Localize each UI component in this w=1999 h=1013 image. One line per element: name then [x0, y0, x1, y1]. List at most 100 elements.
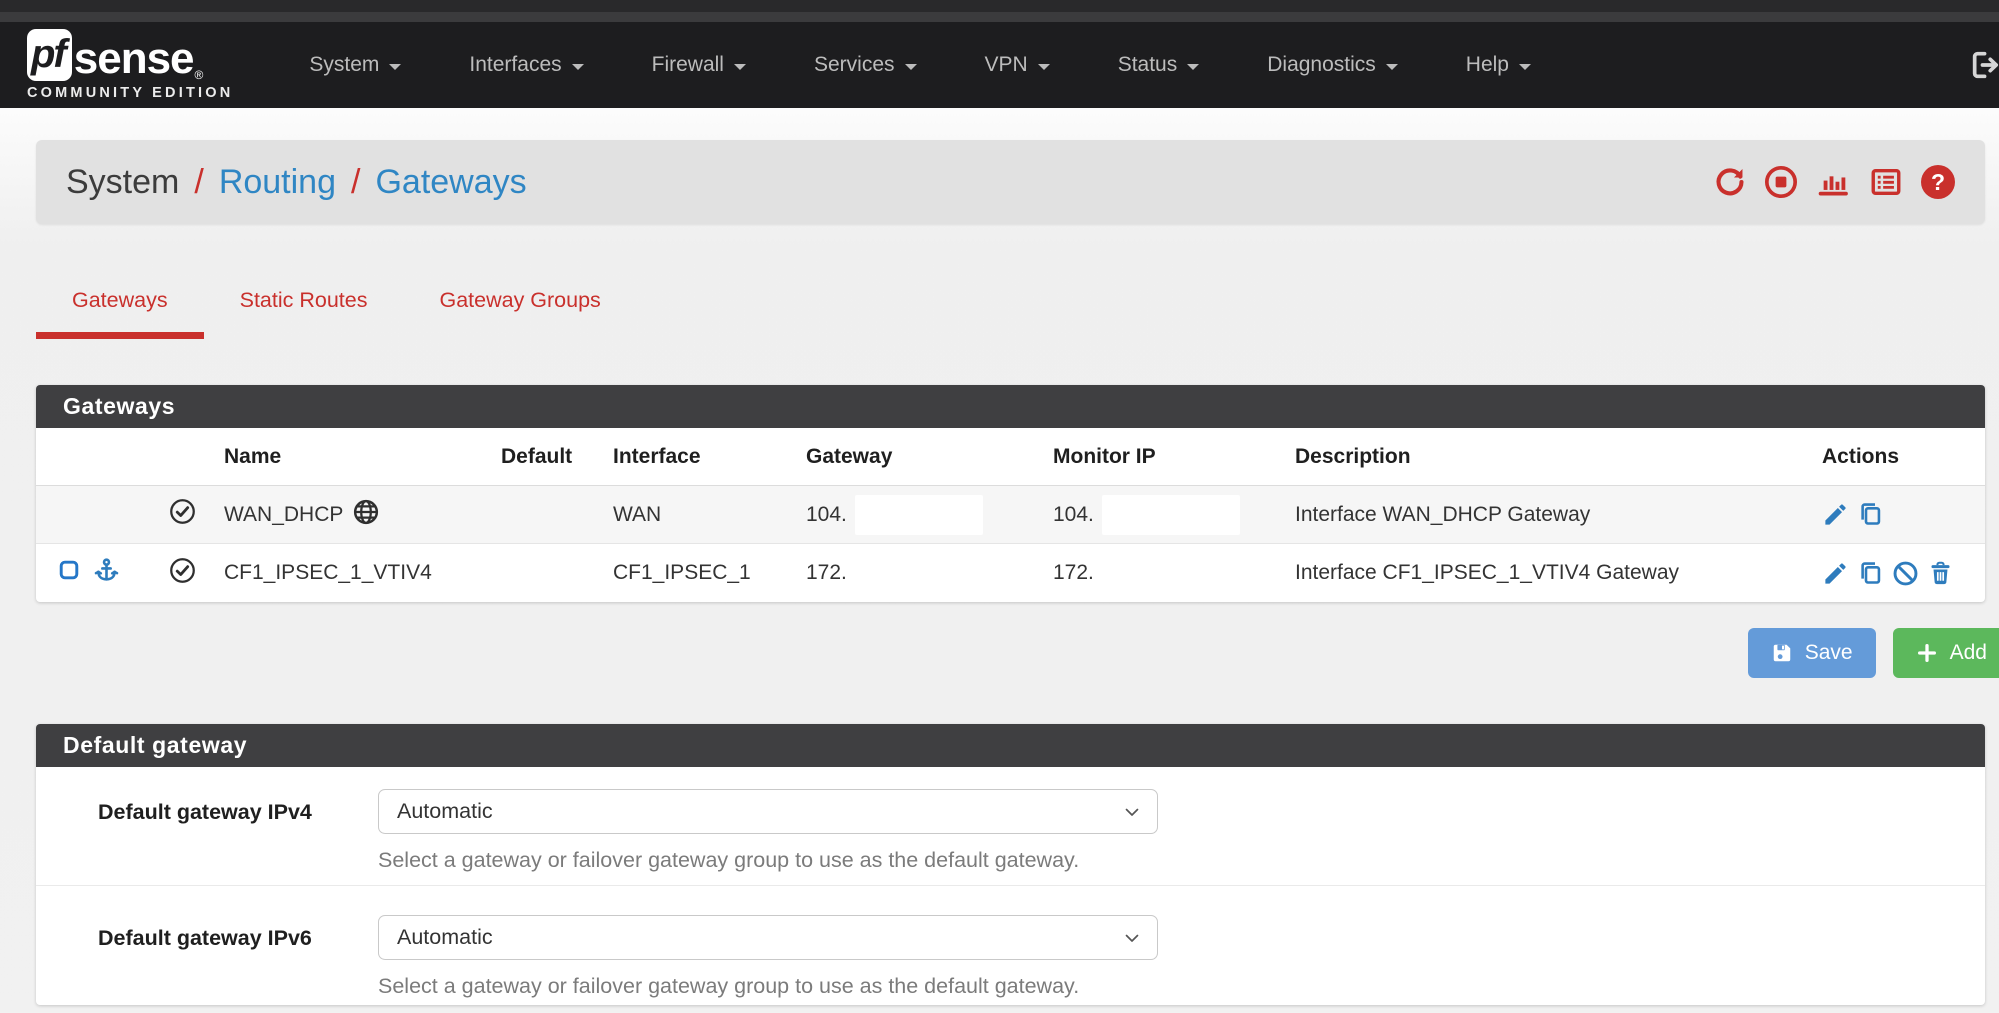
breadcrumb-link-routing[interactable]: Routing — [219, 163, 336, 202]
log-icon[interactable] — [1868, 165, 1904, 199]
redaction-box — [855, 495, 983, 535]
window-top-strip — [0, 0, 1999, 12]
interface-cell: CF1_IPSEC_1 — [604, 561, 800, 585]
ipv6-help-text: Select a gateway or failover gateway gro… — [378, 974, 1079, 999]
caret-down-icon — [1386, 64, 1398, 70]
add-button[interactable]: Add — [1893, 628, 1999, 678]
menu-vpn[interactable]: VPN — [951, 41, 1084, 89]
monitor-ip: 104. — [1053, 503, 1094, 527]
pf-badge: pf — [27, 29, 72, 81]
anchor-icon — [93, 557, 120, 590]
menu-firewall[interactable]: Firewall — [618, 41, 780, 89]
caret-down-icon — [734, 64, 746, 70]
menu-label: Interfaces — [469, 53, 561, 77]
gateways-panel: Gateways Name Default Interface Gateway … — [36, 385, 1985, 602]
col-description: Description — [1288, 445, 1808, 469]
add-label: Add — [1950, 641, 1987, 665]
gateway-name: WAN_DHCP — [224, 503, 343, 527]
ipv6-label: Default gateway IPv6 — [98, 926, 312, 951]
tab-static-routes[interactable]: Static Routes — [204, 272, 404, 339]
menu-help[interactable]: Help — [1432, 41, 1565, 89]
description-cell: Interface WAN_DHCP Gateway — [1288, 503, 1808, 527]
gateways-table-header: Name Default Interface Gateway Monitor I… — [36, 428, 1985, 486]
logo-subtitle: COMMUNITY EDITION — [27, 85, 233, 101]
menu-label: Diagnostics — [1267, 53, 1376, 77]
save-label: Save — [1805, 641, 1853, 665]
bar-chart-icon[interactable] — [1815, 165, 1851, 199]
globe-icon — [353, 499, 379, 531]
ban-icon[interactable] — [1892, 560, 1919, 587]
table-row-wan-dhcp: WAN_DHCP WAN 104. 104. Interface WAN_DHC… — [36, 486, 1985, 544]
col-gateway: Gateway — [800, 445, 1046, 469]
breadcrumb-separator: / — [351, 163, 360, 202]
table-buttons: Save Add — [1748, 628, 1999, 678]
sign-out-icon[interactable] — [1969, 48, 1999, 82]
caret-down-icon — [389, 64, 401, 70]
caret-down-icon — [1519, 64, 1531, 70]
col-actions: Actions — [1808, 445, 1985, 469]
caret-down-icon — [1187, 64, 1199, 70]
default-gateway-ipv6-row: Default gateway IPv6 Automatic Select a … — [36, 887, 1985, 1005]
pfsense-logo[interactable]: pf sense ® COMMUNITY EDITION — [27, 29, 233, 101]
registered-mark: ® — [195, 69, 204, 81]
redaction-box — [1102, 495, 1240, 535]
caret-down-icon — [1038, 64, 1050, 70]
stop-circle-icon[interactable] — [1764, 165, 1798, 199]
gateway-ip: 172. — [806, 561, 847, 585]
breadcrumb-link-gateways[interactable]: Gateways — [375, 163, 526, 202]
menu-label: Services — [814, 53, 895, 77]
ipv4-label: Default gateway IPv4 — [98, 800, 312, 825]
copy-icon[interactable] — [1857, 560, 1884, 587]
tab-gateways[interactable]: Gateways — [36, 272, 204, 339]
default-gateway-title: Default gateway — [36, 724, 1985, 767]
edit-icon[interactable] — [1822, 560, 1849, 587]
interface-cell: WAN — [604, 503, 800, 527]
col-monitor-ip: Monitor IP — [1046, 445, 1288, 469]
page-action-icons: ? — [1713, 165, 1955, 199]
description-cell: Interface CF1_IPSEC_1_VTIV4 Gateway — [1288, 561, 1808, 585]
checkbox-icon[interactable] — [58, 559, 80, 587]
copy-icon[interactable] — [1857, 501, 1884, 528]
menu-label: Firewall — [652, 53, 724, 77]
save-icon — [1771, 642, 1793, 664]
trash-icon[interactable] — [1927, 560, 1954, 587]
table-row-cf1-ipsec: CF1_IPSEC_1_VTIV4 CF1_IPSEC_1 172. 172. … — [36, 544, 1985, 602]
monitor-ip: 172. — [1053, 561, 1094, 585]
breadcrumb-separator: / — [194, 163, 203, 202]
menu-label: Status — [1118, 53, 1178, 77]
check-circle-icon — [169, 498, 196, 531]
gateways-panel-title: Gateways — [36, 385, 1985, 428]
plus-icon — [1916, 642, 1938, 664]
menu-interfaces[interactable]: Interfaces — [435, 41, 617, 89]
help-icon[interactable]: ? — [1921, 165, 1955, 199]
menu-diagnostics[interactable]: Diagnostics — [1233, 41, 1432, 89]
window-sub-strip — [0, 12, 1999, 22]
routing-tabs: Gateways Static Routes Gateway Groups — [36, 272, 637, 339]
refresh-icon[interactable] — [1713, 165, 1747, 199]
gateway-ip: 104. — [806, 503, 847, 527]
tab-gateway-groups[interactable]: Gateway Groups — [403, 272, 636, 339]
ipv4-gateway-select[interactable]: Automatic — [378, 789, 1158, 834]
default-gateway-panel: Default gateway Default gateway IPv4 Aut… — [36, 724, 1985, 1005]
caret-down-icon — [905, 64, 917, 70]
selected-value: Automatic — [397, 799, 493, 824]
chevron-down-icon — [1120, 926, 1144, 950]
selected-value: Automatic — [397, 925, 493, 950]
breadcrumb-bar: System / Routing / Gateways — [36, 140, 1985, 224]
edit-icon[interactable] — [1822, 501, 1849, 528]
chevron-down-icon — [1120, 800, 1144, 824]
ipv6-gateway-select[interactable]: Automatic — [378, 915, 1158, 960]
menu-services[interactable]: Services — [780, 41, 951, 89]
logo-name: sense — [74, 37, 194, 81]
menu-status[interactable]: Status — [1084, 41, 1234, 89]
check-circle-icon — [169, 557, 196, 590]
col-default: Default — [492, 445, 604, 469]
top-navbar: pf sense ® COMMUNITY EDITION System Inte… — [0, 22, 1999, 108]
breadcrumb-section: System — [66, 163, 179, 202]
main-menu: System Interfaces Firewall Services VPN … — [275, 41, 1565, 89]
save-button[interactable]: Save — [1748, 628, 1876, 678]
col-name: Name — [210, 445, 492, 469]
ipv4-help-text: Select a gateway or failover gateway gro… — [378, 848, 1079, 873]
menu-system[interactable]: System — [275, 41, 435, 89]
menu-label: VPN — [985, 53, 1028, 77]
